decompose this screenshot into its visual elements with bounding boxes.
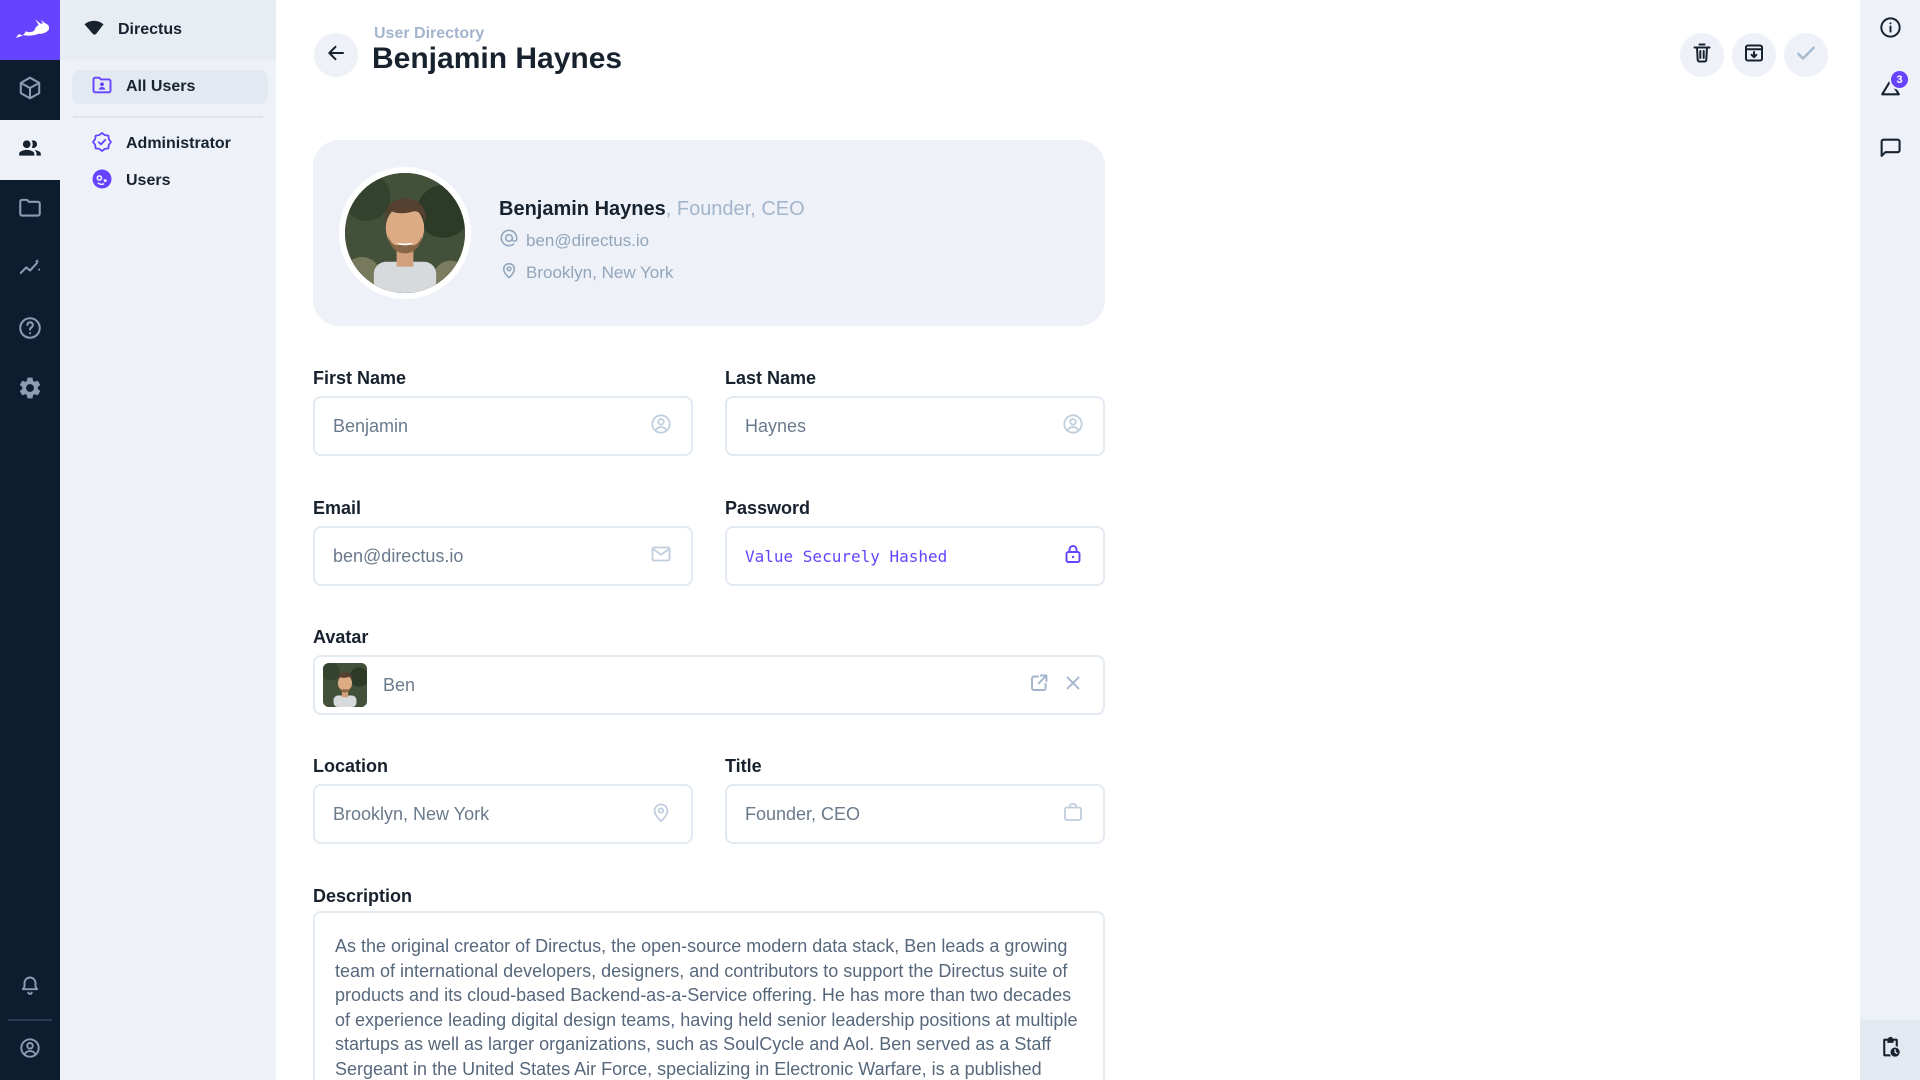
directus-rabbit-icon [11, 13, 49, 48]
email-input[interactable]: ben@directus.io [313, 526, 693, 586]
clipboard-clock-icon [1878, 1035, 1903, 1065]
info-icon [1878, 15, 1903, 45]
profile-card: Benjamin Haynes, Founder, CEO ben@direct… [313, 140, 1105, 326]
password-value: Value Securely Hashed [745, 547, 1061, 566]
email-value: ben@directus.io [333, 546, 649, 567]
sidebar-item-users[interactable]: Users [72, 163, 268, 199]
first-name-label: First Name [313, 368, 693, 389]
project-switcher[interactable]: Directus [60, 0, 276, 60]
notifications-button[interactable] [0, 958, 60, 1018]
bell-icon [18, 974, 42, 1003]
notification-count-badge: 3 [1889, 69, 1910, 90]
app-frame: Directus All Users Administrator [0, 0, 1920, 1080]
account-circle-icon [1061, 412, 1085, 441]
open-in-new-icon[interactable] [1027, 671, 1051, 700]
sidebar-detail-button[interactable] [1860, 1020, 1920, 1080]
avatar-file-name: Ben [383, 675, 1027, 696]
module-docs[interactable] [0, 300, 60, 360]
right-sidebar [1860, 0, 1920, 1080]
settings-icon [17, 375, 43, 406]
folder-icon [17, 195, 43, 226]
face-icon [90, 167, 114, 196]
last-name-label: Last Name [725, 368, 1105, 389]
module-insights[interactable] [0, 240, 60, 300]
revisions-sidebar-button[interactable] [1860, 60, 1920, 120]
archive-button[interactable] [1732, 33, 1776, 77]
account-circle-icon [18, 1036, 42, 1065]
profile-name: Benjamin Haynes [499, 198, 666, 220]
sidebar-item-label: All Users [126, 78, 195, 96]
map-pin-icon [499, 260, 519, 285]
verified-badge-icon [90, 130, 114, 159]
description-label: Description [313, 886, 1105, 907]
header-actions [1680, 33, 1828, 77]
map-pin-icon [649, 800, 673, 829]
first-name-input[interactable]: Benjamin [313, 396, 693, 456]
save-button[interactable] [1784, 33, 1828, 77]
arrow-left-icon [324, 41, 348, 70]
title-label: Title [725, 756, 1105, 777]
avatar-thumbnail [323, 663, 367, 707]
account-button[interactable] [0, 1020, 60, 1080]
project-fan-icon [82, 16, 106, 45]
profile-email: ben@directus.io [526, 231, 649, 251]
title-value: Founder, CEO [745, 804, 1061, 825]
lock-icon [1061, 542, 1085, 570]
description-text: As the original creator of Directus, the… [335, 936, 1077, 1080]
cube-icon [17, 75, 43, 106]
password-label: Password [725, 498, 1105, 519]
info-sidebar-button[interactable] [1860, 0, 1920, 60]
insights-icon [17, 255, 43, 286]
first-name-value: Benjamin [333, 416, 649, 437]
password-input[interactable]: Value Securely Hashed [725, 526, 1105, 586]
project-name: Directus [118, 21, 182, 39]
envelope-icon [649, 542, 673, 571]
delete-button[interactable] [1680, 33, 1724, 77]
profile-card-text: Benjamin Haynes, Founder, CEO ben@direct… [499, 198, 805, 285]
module-files[interactable] [0, 180, 60, 240]
navigation-sidebar: Directus All Users Administrator [60, 0, 276, 1080]
location-label: Location [313, 756, 693, 777]
sidebar-item-label: Administrator [126, 135, 231, 153]
users-icon [17, 135, 43, 166]
close-icon[interactable] [1061, 671, 1085, 700]
comment-icon [1878, 135, 1903, 165]
email-label: Email [313, 498, 693, 519]
profile-location: Brooklyn, New York [526, 263, 673, 283]
avatar-label: Avatar [313, 627, 1105, 648]
profile-location-row: Brooklyn, New York [499, 260, 805, 285]
help-icon [17, 315, 43, 346]
breadcrumb[interactable]: User Directory [374, 25, 484, 43]
description-textarea[interactable]: As the original creator of Directus, the… [313, 911, 1105, 1080]
last-name-input[interactable]: Haynes [725, 396, 1105, 456]
trash-icon [1690, 41, 1714, 70]
nav-divider [73, 116, 263, 118]
module-user-directory[interactable] [0, 120, 60, 180]
folder-user-icon [90, 73, 114, 102]
title-input[interactable]: Founder, CEO [725, 784, 1105, 844]
avatar-input[interactable]: Ben [313, 655, 1105, 715]
last-name-value: Haynes [745, 416, 1061, 437]
page-title: Benjamin Haynes [372, 42, 622, 76]
check-icon [1793, 40, 1819, 71]
avatar [339, 167, 471, 299]
module-bar [0, 0, 60, 1080]
module-content[interactable] [0, 60, 60, 120]
location-value: Brooklyn, New York [333, 804, 649, 825]
module-settings[interactable] [0, 360, 60, 420]
directus-logo-button[interactable] [0, 0, 60, 60]
at-email-icon [499, 228, 519, 253]
comments-sidebar-button[interactable] [1860, 120, 1920, 180]
location-input[interactable]: Brooklyn, New York [313, 784, 693, 844]
archive-icon [1742, 41, 1766, 70]
sidebar-item-label: Users [126, 172, 170, 190]
back-button[interactable] [314, 33, 358, 77]
account-circle-icon [649, 412, 673, 441]
sidebar-item-all-users[interactable]: All Users [72, 70, 268, 104]
sidebar-item-administrator[interactable]: Administrator [72, 126, 268, 162]
profile-role: , Founder, CEO [666, 198, 805, 220]
briefcase-icon [1061, 800, 1085, 829]
profile-email-row: ben@directus.io [499, 228, 805, 253]
